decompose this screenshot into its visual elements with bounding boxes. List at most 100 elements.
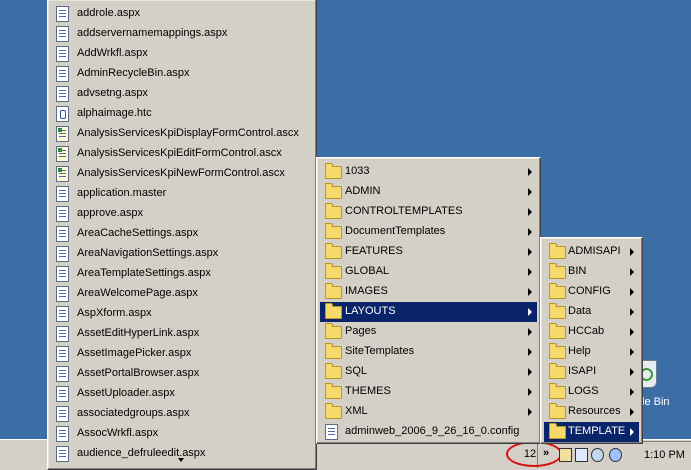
template-menu-item-admin[interactable]: ADMIN bbox=[320, 182, 537, 202]
template-menu-item-label: DocumentTemplates bbox=[345, 225, 446, 237]
submenu-arrow-icon bbox=[528, 348, 532, 356]
root-menu-item-hccab[interactable]: HCCab bbox=[544, 322, 639, 342]
root-menu-item-label: TEMPLATE bbox=[568, 425, 626, 437]
template-menu-item-xml[interactable]: XML bbox=[320, 402, 537, 422]
file-menu-item-assetimagepicker-aspx[interactable]: AssetImagePicker.aspx bbox=[51, 344, 313, 364]
template-menu-item-label: IMAGES bbox=[345, 285, 388, 297]
taskbar-clock[interactable]: 1:10 PM bbox=[644, 449, 685, 461]
folder-icon bbox=[549, 243, 566, 259]
submenu-arrow-icon bbox=[630, 408, 634, 416]
template-menu-item-documenttemplates[interactable]: DocumentTemplates bbox=[320, 222, 537, 242]
file-menu-item-alphaimage-htc[interactable]: alphaimage.htc bbox=[51, 104, 313, 124]
root-menu-item-bin[interactable]: BIN bbox=[544, 262, 639, 282]
file-menu-item-associatedgroups-aspx[interactable]: associatedgroups.aspx bbox=[51, 404, 313, 424]
file-menu-item-label: AddWrkfl.aspx bbox=[77, 47, 148, 59]
file-menu-item-areacachesettings-aspx[interactable]: AreaCacheSettings.aspx bbox=[51, 224, 313, 244]
file-menu-item-label: AreaNavigationSettings.aspx bbox=[77, 247, 219, 259]
template-menu-item-label: XML bbox=[345, 405, 368, 417]
file-menu-item-label: associatedgroups.aspx bbox=[77, 407, 190, 419]
root-menu-item-resources[interactable]: Resources bbox=[544, 402, 639, 422]
folder-icon bbox=[325, 323, 342, 339]
root-menu-item-logs[interactable]: LOGS bbox=[544, 382, 639, 402]
tray-app-icon[interactable] bbox=[559, 448, 572, 462]
file-menu-item-assocwrkfl-aspx[interactable]: AssocWrkfl.aspx bbox=[51, 424, 313, 444]
file-menu-item-addwrkfl-aspx[interactable]: AddWrkfl.aspx bbox=[51, 44, 313, 64]
folder-icon bbox=[325, 303, 342, 319]
file-menu-item-advsetng-aspx[interactable]: advsetng.aspx bbox=[51, 84, 313, 104]
root-menu-item-isapi[interactable]: ISAPI bbox=[544, 362, 639, 382]
template-menu-item-layouts[interactable]: LAYOUTS bbox=[320, 302, 537, 322]
file-menu-item-approve-aspx[interactable]: approve.aspx bbox=[51, 204, 313, 224]
aspx-file-icon bbox=[56, 66, 69, 82]
folder-icon bbox=[325, 383, 342, 399]
file-menu-item-label: alphaimage.htc bbox=[77, 107, 152, 119]
template-menu-item-sitetemplates[interactable]: SiteTemplates bbox=[320, 342, 537, 362]
ascx-file-icon bbox=[56, 166, 69, 182]
root-menu-item-label: HCCab bbox=[568, 325, 605, 337]
show-hidden-icons-chevron-icon[interactable]: » bbox=[543, 447, 549, 459]
layouts-file-menu: addrole.aspx addservernamemappings.aspx Ad… bbox=[47, 0, 317, 470]
aspx-file-icon bbox=[56, 226, 69, 242]
file-menu-item-adminrecyclebin-aspx[interactable]: AdminRecycleBin.aspx bbox=[51, 64, 313, 84]
folder-icon bbox=[549, 303, 566, 319]
template-menu-item-global[interactable]: GLOBAL bbox=[320, 262, 537, 282]
ascx-file-icon bbox=[56, 146, 69, 162]
root-menu-item-help[interactable]: Help bbox=[544, 342, 639, 362]
submenu-arrow-icon bbox=[630, 248, 634, 256]
template-menu-item-label: CONTROLTEMPLATES bbox=[345, 205, 463, 217]
root-menu-item-label: CONFIG bbox=[568, 285, 611, 297]
file-menu-item-label: AspXform.aspx bbox=[77, 307, 152, 319]
file-menu-item-assetedithyperlink-aspx[interactable]: AssetEditHyperLink.aspx bbox=[51, 324, 313, 344]
file-menu-item-areawelcomepage-aspx[interactable]: AreaWelcomePage.aspx bbox=[51, 284, 313, 304]
aspx-file-icon bbox=[56, 6, 69, 22]
file-menu-item-analysisserviceskpieditformcontrol-ascx[interactable]: AnalysisServicesKpiEditFormControl.ascx bbox=[51, 144, 313, 164]
folder-icon bbox=[325, 223, 342, 239]
submenu-arrow-icon bbox=[528, 408, 532, 416]
template-menu-item-themes[interactable]: THEMES bbox=[320, 382, 537, 402]
folder-icon bbox=[549, 403, 566, 419]
template-menu-item-pages[interactable]: Pages bbox=[320, 322, 537, 342]
root-menu-item-template[interactable]: TEMPLATE bbox=[544, 422, 639, 442]
file-menu-item-addservernamemappings-aspx[interactable]: addservernamemappings.aspx bbox=[51, 24, 313, 44]
submenu-arrow-icon bbox=[528, 388, 532, 396]
root-menu-item-data[interactable]: Data bbox=[544, 302, 639, 322]
file-menu-item-areanavigationsettings-aspx[interactable]: AreaNavigationSettings.aspx bbox=[51, 244, 313, 264]
aspx-file-icon bbox=[56, 306, 69, 322]
file-menu-item-label: AreaWelcomePage.aspx bbox=[77, 287, 198, 299]
template-menu-item-images[interactable]: IMAGES bbox=[320, 282, 537, 302]
template-menu-item-adminweb-2006-9-26-16-0-config[interactable]: adminweb_2006_9_26_16_0.config bbox=[320, 422, 537, 442]
root-menu-item-config[interactable]: CONFIG bbox=[544, 282, 639, 302]
folder-icon bbox=[325, 283, 342, 299]
recycle-bin-label: le Bin bbox=[642, 396, 670, 408]
template-folder-menu: 1033 ADMIN CONTROLTEMPLATES DocumentTemplat… bbox=[316, 157, 541, 444]
tray-shield-icon[interactable] bbox=[575, 448, 588, 462]
file-menu-item-label: AssetEditHyperLink.aspx bbox=[77, 327, 200, 339]
submenu-arrow-icon bbox=[630, 308, 634, 316]
file-menu-item-aspxform-aspx[interactable]: AspXform.aspx bbox=[51, 304, 313, 324]
folder-icon bbox=[325, 363, 342, 379]
file-menu-item-addrole-aspx[interactable]: addrole.aspx bbox=[51, 4, 313, 24]
root-menu-item-admisapi[interactable]: ADMISAPI bbox=[544, 242, 639, 262]
aspx-file-icon bbox=[56, 406, 69, 422]
template-menu-item-features[interactable]: FEATURES bbox=[320, 242, 537, 262]
folder-icon bbox=[325, 263, 342, 279]
tray-network-icon[interactable] bbox=[591, 448, 604, 462]
file-menu-item-analysisserviceskpinewformcontrol-ascx[interactable]: AnalysisServicesKpiNewFormControl.ascx bbox=[51, 164, 313, 184]
file-menu-item-assetuploader-aspx[interactable]: AssetUploader.aspx bbox=[51, 384, 313, 404]
file-menu-item-label: AreaTemplateSettings.aspx bbox=[77, 267, 211, 279]
file-menu-item-analysisserviceskpidisplayformcontrol-ascx[interactable]: AnalysisServicesKpiDisplayFormControl.as… bbox=[51, 124, 313, 144]
template-menu-item-sql[interactable]: SQL bbox=[320, 362, 537, 382]
file-menu-item-assetportalbrowser-aspx[interactable]: AssetPortalBrowser.aspx bbox=[51, 364, 313, 384]
tray-globe-icon[interactable] bbox=[609, 448, 622, 462]
file-menu-item-application-master[interactable]: application.master bbox=[51, 184, 313, 204]
root-menu-item-label: ISAPI bbox=[568, 365, 597, 377]
folder-icon bbox=[325, 403, 342, 419]
file-menu-item-label: AssetImagePicker.aspx bbox=[77, 347, 192, 359]
file-menu-item-label: addrole.aspx bbox=[77, 7, 140, 19]
file-menu-item-label: AreaCacheSettings.aspx bbox=[77, 227, 199, 239]
aspx-file-icon bbox=[56, 26, 69, 42]
template-menu-item-1033[interactable]: 1033 bbox=[320, 162, 537, 182]
template-menu-item-controltemplates[interactable]: CONTROLTEMPLATES bbox=[320, 202, 537, 222]
scroll-down-arrow-icon[interactable] bbox=[178, 458, 184, 462]
file-menu-item-areatemplatesettings-aspx[interactable]: AreaTemplateSettings.aspx bbox=[51, 264, 313, 284]
